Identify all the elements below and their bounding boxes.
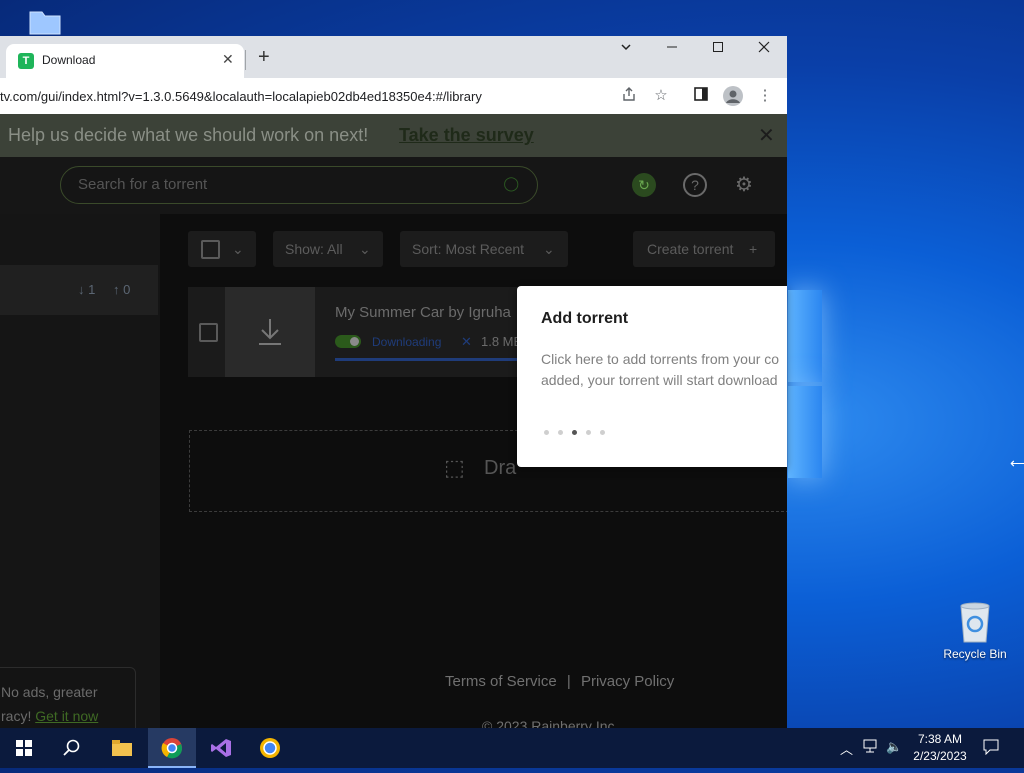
step-dot[interactable] (544, 430, 549, 435)
minimize-button[interactable] (657, 40, 687, 56)
share-icon[interactable] (619, 86, 639, 106)
recycle-bin-shortcut[interactable]: Recycle Bin (935, 600, 1015, 661)
popup-title: Add torrent (541, 310, 629, 327)
maximize-button[interactable] (703, 40, 733, 56)
torrent-toggle[interactable] (335, 335, 361, 348)
sort-dropdown[interactable]: Sort: Most Recent ⌄ (400, 231, 568, 267)
remote-access-icon[interactable]: ↻ (632, 173, 656, 197)
windows-logo-wallpaper (788, 290, 824, 480)
select-all-dropdown[interactable]: ⌄ (188, 231, 256, 267)
visual-studio-icon[interactable] (197, 728, 245, 768)
mouse-cursor-icon: ⟷ (1010, 455, 1024, 471)
app-header: Search for a torrent ◯ ↻ ? ⚙ (0, 157, 787, 214)
browser-toolbar: tv.com/gui/index.html?v=1.3.0.5649&local… (0, 78, 787, 115)
chrome-taskbar-icon[interactable] (148, 728, 196, 768)
secure-browser-icon[interactable] (246, 728, 294, 768)
notifications-icon[interactable] (983, 739, 999, 758)
upload-count: ↑ 0 (113, 282, 131, 297)
windows-start-icon (16, 740, 32, 756)
create-torrent-button[interactable]: Create torrent + (633, 231, 775, 267)
start-button[interactable] (0, 728, 48, 768)
volume-icon[interactable]: 🔈 (886, 739, 902, 755)
new-tab-button[interactable]: + (258, 46, 270, 69)
search-taskbar-icon[interactable] (48, 728, 96, 768)
torrent-row[interactable]: My Summer Car by Igruha Downloading ✕ 1.… (188, 287, 528, 377)
clock-time: 7:38 AM (917, 732, 963, 746)
survey-close-icon[interactable]: ✕ (758, 123, 775, 148)
search-icon: ◯ (503, 175, 519, 191)
step-dot[interactable] (558, 430, 563, 435)
tab-close-icon[interactable]: ✕ (222, 51, 234, 68)
popup-step-dots (544, 423, 614, 438)
select-all-checkbox[interactable] (201, 240, 220, 259)
profile-avatar-icon[interactable] (723, 86, 743, 106)
torrent-size: 1.8 MB (481, 334, 523, 349)
cancel-download-icon[interactable]: ✕ (461, 334, 472, 350)
network-icon[interactable] (863, 739, 879, 756)
drop-zone-text: Dra (484, 457, 517, 479)
tray-chevron-up-icon[interactable]: ︿ (840, 739, 853, 758)
tab-download[interactable]: T Download ✕ (6, 44, 244, 78)
address-bar[interactable]: tv.com/gui/index.html?v=1.3.0.5649&local… (0, 89, 482, 104)
step-dot[interactable] (586, 430, 591, 435)
torrent-progress-bar (335, 358, 528, 361)
plus-icon: + (749, 241, 758, 257)
settings-gear-icon[interactable]: ⚙ (732, 173, 756, 197)
copyright: © 2023 Rainberry Inc. (482, 718, 619, 728)
tab-strip: T Download ✕ + (0, 36, 787, 78)
privacy-link[interactable]: Privacy Policy (581, 673, 674, 690)
get-it-now-link[interactable]: Get it now (35, 708, 98, 724)
utorrent-favicon-icon: T (18, 53, 34, 69)
clock-date: 2/23/2023 (913, 749, 967, 763)
promo-line-2: racy! Get it now (1, 708, 99, 724)
footer-links: Terms of Service | Privacy Policy (445, 673, 674, 690)
show-filter-dropdown[interactable]: Show: All ⌄ (273, 231, 383, 267)
taskbar: ︿ 🔈 7:38 AM 2/23/2023 (0, 728, 1024, 768)
torrent-name: My Summer Car by Igruha (335, 304, 511, 321)
chevron-down-icon: ⌄ (543, 241, 555, 257)
close-window-button[interactable] (749, 40, 779, 56)
survey-message: Help us decide what we should work on ne… (8, 125, 369, 145)
step-dot[interactable] (572, 430, 577, 435)
help-icon[interactable]: ? (683, 173, 707, 197)
upgrade-promo: No ads, greater racy! Get it now (0, 667, 136, 728)
system-clock[interactable]: 7:38 AM 2/23/2023 (905, 731, 975, 765)
recycle-bin-label: Recycle Bin (943, 647, 1007, 661)
promo-line-1: No ads, greater (1, 684, 98, 700)
tab-search-chevron-icon[interactable] (611, 40, 641, 56)
popup-body-line-2: added, your torrent will start download (541, 372, 778, 388)
chevron-down-icon: ⌄ (232, 241, 244, 257)
search-input[interactable]: Search for a torrent ◯ (60, 166, 538, 204)
download-count: ↓ 1 (78, 282, 96, 297)
sidebar: ↓ 1 ↑ 0 No ads, greater racy! Get it now (0, 214, 160, 728)
torrent-checkbox[interactable] (199, 323, 218, 342)
onboarding-popup[interactable]: Add torrent Click here to add torrents f… (517, 286, 787, 467)
popup-body-line-1: Click here to add torrents from your co (541, 351, 780, 367)
torrent-status: Downloading (372, 335, 442, 349)
survey-banner: Help us decide what we should work on ne… (0, 114, 787, 157)
search-placeholder: Search for a torrent (78, 176, 208, 193)
more-menu-icon[interactable]: ⋮ (755, 86, 775, 106)
tab-title: Download (42, 53, 96, 67)
tab-divider (245, 50, 246, 70)
file-explorer-icon[interactable] (98, 728, 146, 768)
footer-separator: | (566, 673, 571, 690)
download-arrow-icon (225, 287, 315, 377)
drag-cursor-icon: ⬚ (444, 455, 465, 480)
bookmark-star-icon[interactable]: ☆ (651, 86, 671, 106)
survey-link[interactable]: Take the survey (399, 125, 534, 146)
desktop-folder-icon[interactable] (28, 8, 62, 36)
side-panel-icon[interactable] (691, 86, 711, 106)
sidebar-item-torrents[interactable]: ↓ 1 ↑ 0 (0, 265, 158, 315)
recycle-bin-icon (960, 602, 990, 643)
chevron-down-icon: ⌄ (359, 241, 371, 257)
terms-link[interactable]: Terms of Service (445, 673, 557, 690)
step-dot[interactable] (600, 430, 605, 435)
